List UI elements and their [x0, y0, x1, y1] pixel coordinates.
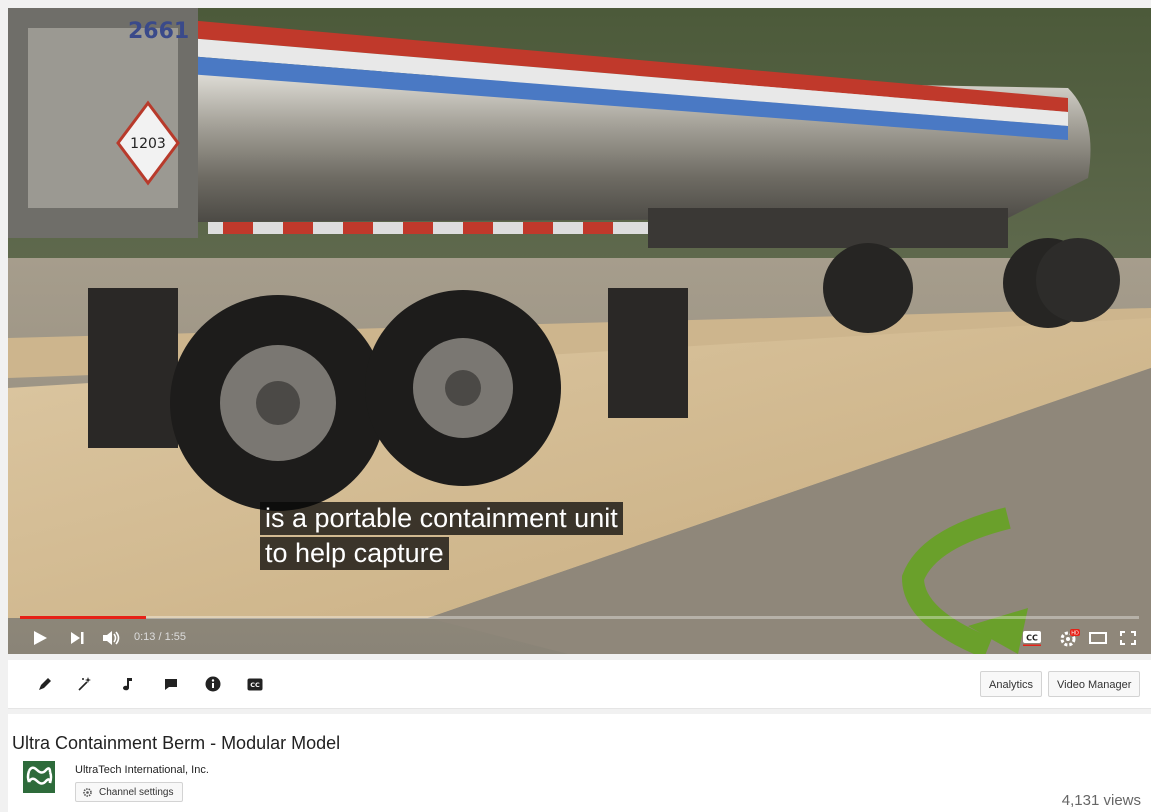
svg-text:CC: CC	[250, 681, 260, 689]
info-icon	[205, 676, 221, 692]
skip-next-icon	[71, 632, 84, 644]
next-button[interactable]	[66, 627, 90, 649]
time-display: 0:13 / 1:55	[134, 631, 186, 643]
svg-text:CC: CC	[1026, 634, 1038, 643]
enhancements-wand-icon	[78, 677, 91, 691]
gear-icon	[83, 787, 92, 797]
audio-note-icon	[123, 678, 132, 691]
info-button[interactable]	[202, 673, 224, 695]
caption-overlay: is a portable containment unit to help c…	[260, 502, 623, 572]
annotations-button[interactable]	[160, 673, 182, 695]
theater-icon	[1089, 632, 1107, 644]
view-count: 4,131 views	[1061, 792, 1141, 809]
play-icon	[34, 631, 47, 645]
creator-toolbar: CC Analytics Video Manager	[8, 660, 1151, 709]
annotations-speech-icon	[165, 678, 177, 690]
svg-text:HD: HD	[1071, 631, 1079, 637]
subtitles-button[interactable]: CC	[1020, 627, 1044, 649]
analytics-button[interactable]: Analytics	[980, 671, 1043, 697]
video-info: Ultra Containment Berm - Modular Model U…	[8, 714, 1151, 812]
svg-text:2661: 2661	[128, 19, 189, 44]
channel-name[interactable]: UltraTech International, Inc.	[75, 764, 209, 776]
svg-text:1203: 1203	[130, 136, 166, 152]
cc-icon: CC	[247, 678, 263, 690]
gear-hd-icon: HD	[1060, 629, 1080, 647]
settings-button[interactable]: HD	[1058, 627, 1082, 649]
edit-button[interactable]	[34, 673, 56, 695]
fullscreen-button[interactable]	[1116, 627, 1140, 649]
channel-settings-button[interactable]: Channel settings	[75, 782, 183, 802]
fullscreen-icon	[1120, 631, 1136, 645]
caption-line-1: is a portable containment unit	[260, 502, 623, 535]
channel-settings-label: Channel settings	[99, 786, 174, 798]
progress-played	[20, 616, 147, 619]
play-button[interactable]	[28, 627, 52, 649]
caption-line-2: to help capture	[260, 537, 449, 570]
subtitles-cc-button[interactable]: CC	[244, 673, 266, 695]
video-player[interactable]: 1203 2661 is a portable containment unit…	[8, 8, 1151, 654]
progress-bar[interactable]	[20, 616, 1139, 619]
channel-logo-icon	[24, 762, 54, 792]
theater-mode-button[interactable]	[1086, 627, 1110, 649]
enhancements-button[interactable]	[74, 673, 96, 695]
volume-button[interactable]	[100, 627, 124, 649]
edit-pencil-icon	[39, 678, 51, 690]
cc-icon: CC	[1023, 631, 1041, 646]
player-controls: 0:13 / 1:55 CC HD	[8, 622, 1151, 654]
video-manager-button[interactable]: Video Manager	[1048, 671, 1141, 697]
video-title: Ultra Containment Berm - Modular Model	[12, 733, 341, 753]
channel-logo[interactable]	[23, 761, 55, 793]
volume-icon	[103, 631, 120, 645]
audio-button[interactable]	[116, 673, 138, 695]
